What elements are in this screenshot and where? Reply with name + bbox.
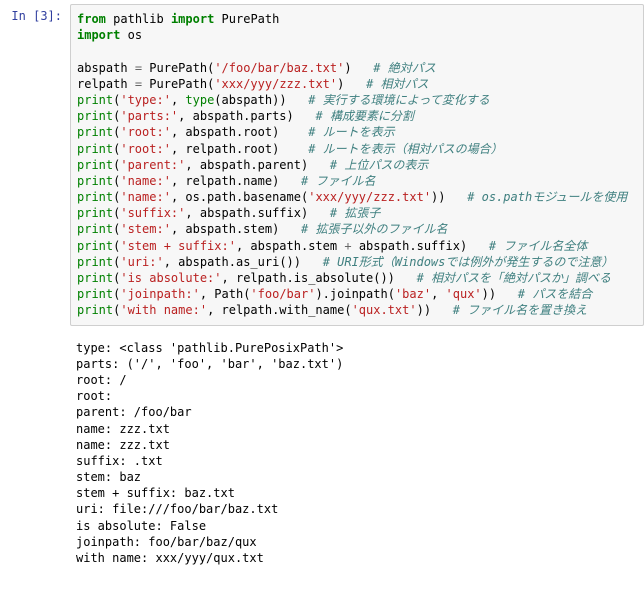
- fn-print: print: [77, 222, 113, 236]
- str-name: 'name:': [120, 174, 171, 188]
- call-purepath: PurePath: [149, 77, 207, 91]
- fn-print: print: [77, 303, 113, 317]
- fn-print: print: [77, 190, 113, 204]
- mod-os: os: [128, 28, 142, 42]
- fn-print: print: [77, 109, 113, 123]
- arg-isabs: , relpath.is_absolute()): [222, 271, 395, 285]
- str-relpath: 'xxx/yyy/zzz.txt': [214, 77, 337, 91]
- arg-name: , relpath.name): [171, 174, 279, 188]
- cmt-uri: # URI形式（Windowsでは例外が発生するので注意）: [323, 255, 614, 269]
- kw-import: import: [77, 28, 120, 42]
- arg-join2: ).joinpath(: [315, 287, 394, 301]
- str-parts: 'parts:': [120, 109, 178, 123]
- kw-from: from: [77, 12, 106, 26]
- arg-name2b: )): [431, 190, 445, 204]
- fn-print: print: [77, 158, 113, 172]
- code-input[interactable]: from pathlib import PurePath import os a…: [70, 4, 644, 326]
- code-cell: In [3]: from pathlib import PurePath imp…: [0, 0, 644, 330]
- stdout-output: type: <class 'pathlib.PurePosixPath'> pa…: [70, 334, 644, 567]
- str-isabs: 'is absolute:': [120, 271, 221, 285]
- arg-root: , abspath.root): [171, 125, 279, 139]
- fn-print: print: [77, 142, 113, 156]
- cmt-stem: # 拡張子以外のファイル名: [301, 222, 447, 236]
- arg-join3: ,: [431, 287, 445, 301]
- str-name2: 'name:': [120, 190, 171, 204]
- cmt-name2: # os.pathモジュールを使用: [467, 190, 627, 204]
- arg-suffix: , abspath.suffix): [185, 206, 308, 220]
- fn-print: print: [77, 271, 113, 285]
- fn-print: print: [77, 93, 113, 107]
- cmt-parts: # 構成要素に分割: [315, 109, 413, 123]
- str-suffix: 'suffix:': [120, 206, 185, 220]
- cmt-relpath: # 相対パス: [366, 77, 428, 91]
- fn-print: print: [77, 239, 113, 253]
- str-uri: 'uri:': [120, 255, 163, 269]
- arg-stemsfx2: abspath.suffix): [359, 239, 467, 253]
- arg-name2: , os.path.basename(: [171, 190, 308, 204]
- str-type: 'type:': [120, 93, 171, 107]
- fn-print: print: [77, 287, 113, 301]
- arg-join: , Path(: [200, 287, 251, 301]
- arg-type: (abspath)): [214, 93, 286, 107]
- output-cell: type: <class 'pathlib.PurePosixPath'> pa…: [0, 330, 644, 571]
- str-root2: 'root:': [120, 142, 171, 156]
- cmt-stemsfx: # ファイル名全体: [489, 239, 587, 253]
- cmt-withname: # ファイル名を置き換え: [453, 303, 587, 317]
- input-prompt: In [3]:: [0, 4, 70, 326]
- arg-uri: , abspath.as_uri()): [164, 255, 301, 269]
- var-relpath: relpath: [77, 77, 128, 91]
- str-root: 'root:': [120, 125, 171, 139]
- fn-print: print: [77, 174, 113, 188]
- str-join4: 'qux': [446, 287, 482, 301]
- kw-import: import: [171, 12, 214, 26]
- cmt-abspath: # 絶対パス: [373, 61, 435, 75]
- arg-withname2: )): [417, 303, 431, 317]
- str-abspath: '/foo/bar/baz.txt': [214, 61, 344, 75]
- str-join: 'joinpath:': [120, 287, 199, 301]
- cmt-name: # ファイル名: [301, 174, 375, 188]
- fn-print: print: [77, 206, 113, 220]
- cmt-parent: # 上位パスの表示: [330, 158, 428, 172]
- str-join2: 'foo/bar': [250, 287, 315, 301]
- output-prompt: [0, 334, 70, 567]
- str-withname2: 'qux.txt': [352, 303, 417, 317]
- arg-parent: , abspath.parent): [185, 158, 308, 172]
- op-eq: =: [135, 77, 142, 91]
- cmt-suffix: # 拡張子: [330, 206, 380, 220]
- op-plus: +: [344, 239, 351, 253]
- cmt-type: # 実行する環境によって変化する: [308, 93, 490, 107]
- fn-print: print: [77, 125, 113, 139]
- arg-root2: , relpath.root): [171, 142, 279, 156]
- var-abspath: abspath: [77, 61, 128, 75]
- cmt-root2: # ルートを表示（相対パスの場合）: [308, 142, 502, 156]
- mod-pathlib: pathlib: [113, 12, 164, 26]
- name-purepath: PurePath: [222, 12, 280, 26]
- arg-parts: , abspath.parts): [178, 109, 294, 123]
- str-stemsfx: 'stem + suffix:': [120, 239, 236, 253]
- cmt-isabs: # 相対パスを「絶対パスか」調べる: [417, 271, 611, 285]
- fn-print: print: [77, 255, 113, 269]
- cmt-root: # ルートを表示: [308, 125, 394, 139]
- arg-withname: , relpath.with_name(: [207, 303, 352, 317]
- cmt-join: # パスを結合: [518, 287, 592, 301]
- fn-type: type: [185, 93, 214, 107]
- arg-join4: )): [482, 287, 496, 301]
- str-withname: 'with name:': [120, 303, 207, 317]
- str-join3: 'baz': [395, 287, 431, 301]
- str-parent: 'parent:': [120, 158, 185, 172]
- call-purepath: PurePath: [149, 61, 207, 75]
- str-stem: 'stem:': [120, 222, 171, 236]
- arg-stemsfx: , abspath.stem: [236, 239, 337, 253]
- arg-stem: , abspath.stem): [171, 222, 279, 236]
- op-eq: =: [135, 61, 142, 75]
- str-name2b: 'xxx/yyy/zzz.txt': [308, 190, 431, 204]
